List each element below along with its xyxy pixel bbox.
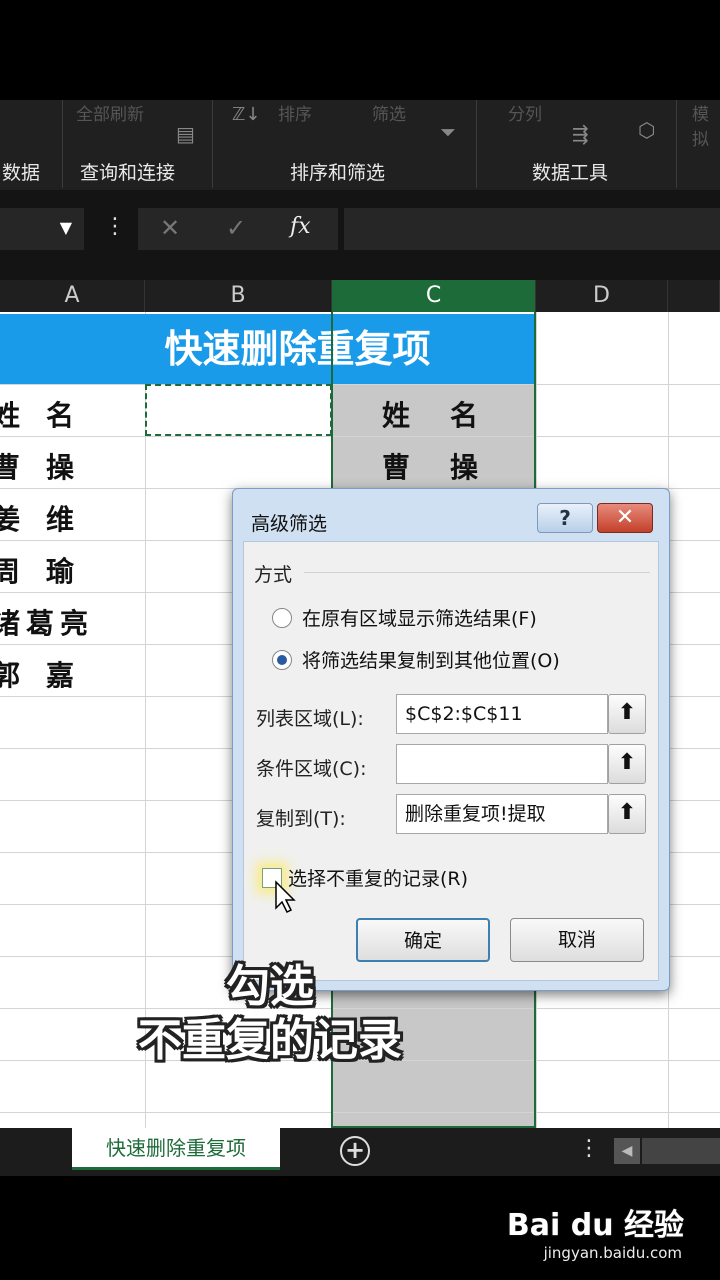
unique-records-label[interactable]: 选择不重复的记录(R)	[288, 864, 468, 891]
column-header-b[interactable]: B	[145, 280, 332, 312]
insert-function-icon[interactable]: fx	[290, 214, 311, 239]
criteria-range-input[interactable]	[396, 744, 608, 784]
more-options-icon[interactable]: ⋮	[578, 1136, 600, 1161]
copy-to-location-radio[interactable]	[272, 650, 292, 670]
list-range-label: 列表区域(L):	[256, 708, 364, 730]
ribbon-separator	[62, 100, 63, 188]
copy-to-label: 复制到(T):	[256, 808, 346, 830]
column-header-a[interactable]: A	[0, 280, 145, 312]
refresh-all-label[interactable]: 全部刷新	[76, 100, 144, 125]
column-header-d[interactable]: D	[536, 280, 668, 312]
mode-section-label: 方式	[254, 564, 293, 586]
properties-icon[interactable]: ▤	[176, 122, 195, 146]
what-if-label[interactable]: 模拟	[692, 100, 720, 150]
caption-line-2: 不重复的记录	[138, 1015, 402, 1066]
copy-to-collapse-icon[interactable]: ⬆	[608, 794, 646, 834]
scroll-left-icon[interactable]: ◀	[614, 1138, 640, 1164]
name-box[interactable]: ▼	[0, 208, 84, 250]
close-button[interactable]: ✕	[597, 503, 653, 533]
more-options-icon[interactable]: ⋮	[104, 214, 126, 239]
sort-az-icon[interactable]: ℤ↓	[232, 104, 261, 125]
filter-in-place-radio[interactable]	[272, 608, 292, 628]
cell-a-row[interactable]: 郭嘉	[0, 654, 100, 694]
filter-in-place-label[interactable]: 在原有区域显示筛选结果(F)	[302, 604, 537, 631]
text-to-columns-label[interactable]: 分列	[508, 100, 542, 125]
formula-actions: ✕ ✓ fx	[138, 208, 338, 250]
column-header-c[interactable]: C	[332, 280, 536, 312]
formula-input[interactable]	[344, 208, 720, 250]
cell-a-row[interactable]: 周瑜	[0, 550, 100, 590]
criteria-range-collapse-icon[interactable]: ⬆	[608, 744, 646, 784]
dialog-title: 高级筛选	[251, 513, 328, 535]
baidu-jingyan-logo: Bai du 经验	[506, 1208, 684, 1243]
formula-bar: ▼ ⋮ ✕ ✓ fx	[0, 190, 720, 280]
help-button[interactable]: ?	[537, 503, 593, 533]
cancel-icon[interactable]: ✕	[160, 214, 180, 242]
copy-to-location-label[interactable]: 将筛选结果复制到其他位置(O)	[302, 646, 560, 673]
group-label-data-tools: 数据工具	[532, 162, 609, 184]
list-range-input[interactable]: $C$2:$C$11	[396, 694, 608, 734]
ribbon-separator	[476, 100, 477, 188]
horizontal-scrollbar[interactable]	[642, 1138, 720, 1164]
chevron-down-icon[interactable]: ▼	[60, 218, 72, 237]
copy-to-input[interactable]: 删除重复项!提取	[396, 794, 608, 834]
mouse-cursor-icon	[275, 880, 296, 914]
add-sheet-icon[interactable]: +	[340, 1136, 370, 1166]
ribbon-separator	[676, 100, 677, 188]
ribbon-separator	[212, 100, 213, 188]
group-label-queries: 查询和连接	[80, 162, 176, 184]
sheet-tab-active[interactable]: 快速删除重复项	[72, 1128, 280, 1170]
watermark-url: jingyan.baidu.com	[543, 1244, 682, 1262]
flash-fill-icon[interactable]: ⇶	[572, 122, 589, 146]
filter-label[interactable]: 筛选	[372, 100, 406, 125]
cell-a-header[interactable]: 姓名	[0, 394, 100, 434]
funnel-icon[interactable]: ⏷	[440, 120, 456, 144]
sheet-tab-bar: 快速删除重复项 + ⋮ ◀	[0, 1128, 720, 1176]
list-range-collapse-icon[interactable]: ⬆	[608, 694, 646, 734]
sort-label[interactable]: 排序	[278, 100, 312, 125]
copy-marquee	[145, 384, 332, 436]
section-divider	[304, 572, 650, 573]
cell-a-row[interactable]: 曹操	[0, 446, 100, 486]
criteria-range-label: 条件区域(C):	[256, 758, 367, 780]
data-model-icon[interactable]: ⬡	[638, 118, 655, 142]
group-label-sort-filter: 排序和筛选	[290, 162, 386, 184]
dialog-body: 方式 在原有区域显示筛选结果(F) 将筛选结果复制到其他位置(O) 列表区域(L…	[243, 541, 659, 981]
cell-a-row[interactable]: 姜维	[0, 498, 100, 538]
group-label-data: 数据	[2, 162, 41, 184]
column-header-e[interactable]	[668, 280, 720, 312]
advanced-filter-dialog[interactable]: 高级筛选 ? ✕ 方式 在原有区域显示筛选结果(F) 将筛选结果复制到其他位置(…	[232, 488, 670, 991]
cell-a-row[interactable]: 诸葛亮	[0, 602, 94, 642]
enter-icon[interactable]: ✓	[226, 214, 246, 242]
